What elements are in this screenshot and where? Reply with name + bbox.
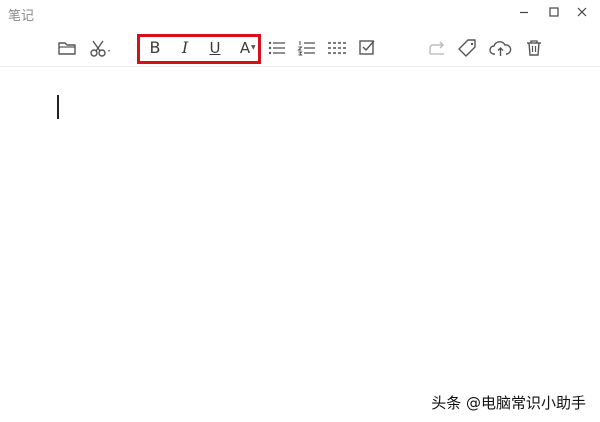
cloud-upload-icon <box>489 41 512 56</box>
open-folder-button[interactable] <box>55 36 79 60</box>
tag-icon <box>458 39 476 57</box>
maximize-icon <box>549 7 559 17</box>
minimize-button[interactable] <box>510 2 538 22</box>
tag-button[interactable] <box>456 36 480 60</box>
checkbox-icon <box>359 40 375 55</box>
bullet-list-button[interactable] <box>265 36 289 60</box>
trash-icon <box>527 40 541 56</box>
scissors-icon <box>90 40 110 57</box>
close-icon <box>577 7 587 17</box>
title-bar: 笔记 <box>0 0 600 28</box>
share-button[interactable] <box>425 36 449 60</box>
upload-button[interactable] <box>488 36 514 60</box>
folder-icon <box>58 42 76 55</box>
watermark: 头条 @电脑常识小助手 <box>431 394 586 412</box>
delete-button[interactable] <box>522 36 546 60</box>
insert-divider-button[interactable] <box>325 36 349 60</box>
minimize-icon <box>520 11 528 14</box>
numbered-list-icon <box>297 41 315 56</box>
formatting-highlight-box <box>137 34 261 64</box>
dashed-lines-icon <box>328 42 346 54</box>
text-cursor <box>57 95 59 119</box>
numbered-list-button[interactable] <box>295 36 319 60</box>
cut-button[interactable] <box>86 36 114 60</box>
note-editor[interactable] <box>0 67 600 422</box>
app-title: 笔记 <box>8 9 35 24</box>
share-icon <box>429 41 444 55</box>
close-button[interactable] <box>568 2 596 22</box>
maximize-button[interactable] <box>540 2 568 22</box>
checklist-button[interactable] <box>355 36 379 60</box>
bullet-list-icon <box>268 41 285 55</box>
editor-toolbar: B I U A ▼ <box>0 32 600 64</box>
